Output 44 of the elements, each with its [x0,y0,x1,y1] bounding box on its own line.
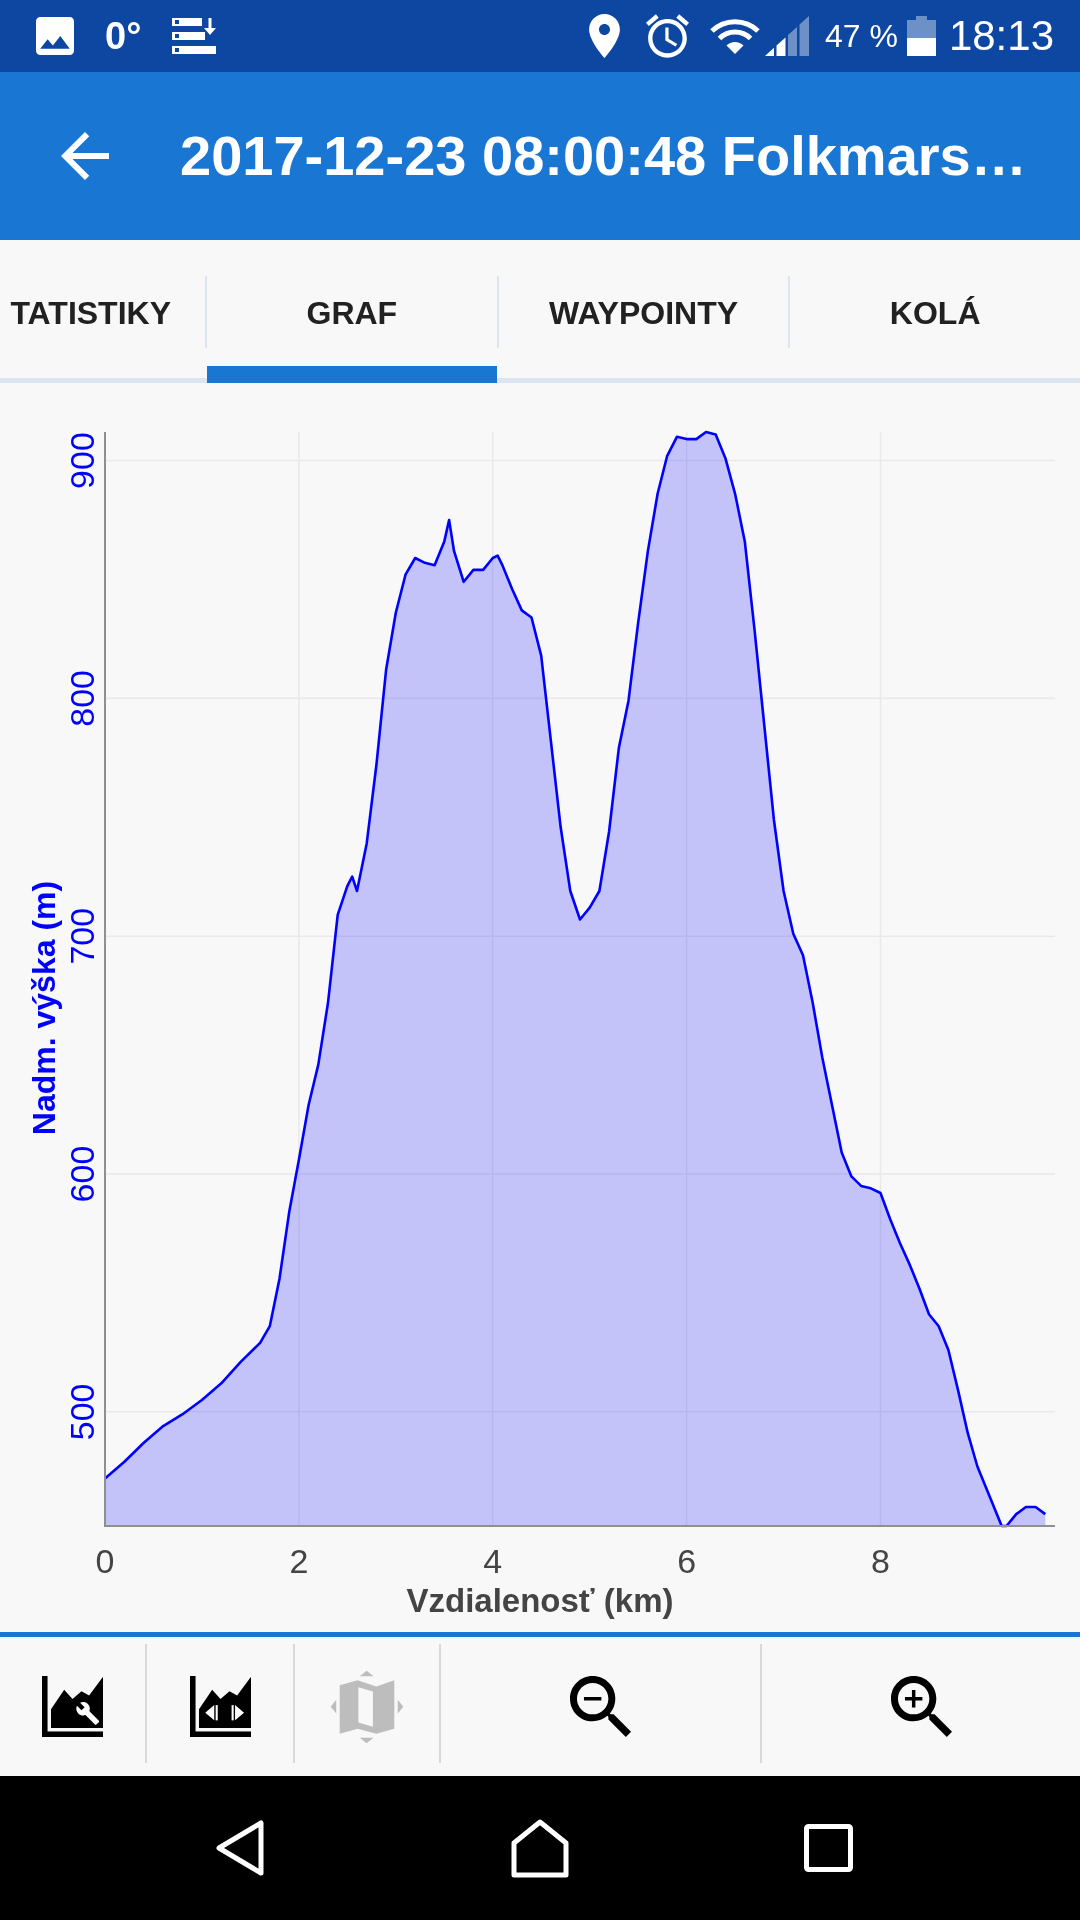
screen-title: 2017-12-23 08:00:48 Folkmars… [180,128,1027,184]
y-tick-label: 800 [63,670,101,727]
y-axis-title: Nadm. výška (m) [26,880,62,1136]
location-pin-icon [588,14,620,58]
zoom-out-button[interactable] [570,1676,631,1737]
back-arrow-icon [61,132,109,180]
temperature-text: 0° [105,17,142,55]
alarm-clock-icon [645,14,689,58]
area-chart-wrench-icon [42,1676,103,1737]
clock-text: 18:13 [948,15,1054,57]
x-axis-title: Vzdialenosť (km) [406,1581,674,1619]
chart-scroll-button[interactable] [189,1676,251,1737]
zoom-out-icon [570,1676,631,1737]
tab[interactable]: GRAF [207,240,497,383]
x-tick-label: 0 [95,1542,115,1580]
tab[interactable]: WAYPOINTY [498,240,789,383]
y-tick-label: 500 [63,1383,101,1441]
download-list-icon [172,18,217,54]
area-chart-arrows-icon [189,1676,251,1737]
wifi-icon [708,17,761,55]
x-tick-label: 6 [677,1542,697,1580]
nav-recent-button[interactable] [804,1824,853,1872]
x-tick-label: 4 [483,1542,503,1580]
home-icon [511,1818,569,1878]
battery-percent-text: 47 % [824,20,898,52]
nav-home-button[interactable] [511,1818,569,1878]
x-tick-label: 2 [289,1542,309,1580]
tab[interactable]: KOLÁ [790,240,1080,383]
chart-settings-button[interactable] [42,1676,103,1737]
map-arrows-icon [330,1669,404,1744]
y-tick-label: 700 [63,907,101,965]
zoom-in-button[interactable] [890,1676,952,1737]
zoom-in-icon [890,1676,952,1737]
y-tick-label: 900 [63,432,101,489]
back-button[interactable] [61,132,109,180]
battery-icon [906,16,936,56]
image-icon [36,17,74,55]
y-tick-label: 600 [63,1145,101,1203]
square-icon [804,1824,853,1872]
back-triangle-icon [215,1820,265,1876]
nav-back-button[interactable] [215,1820,265,1876]
signal-bars-icon [764,16,809,56]
tab[interactable]: TATISTIKY [0,240,205,383]
x-tick-label: 8 [871,1542,890,1580]
